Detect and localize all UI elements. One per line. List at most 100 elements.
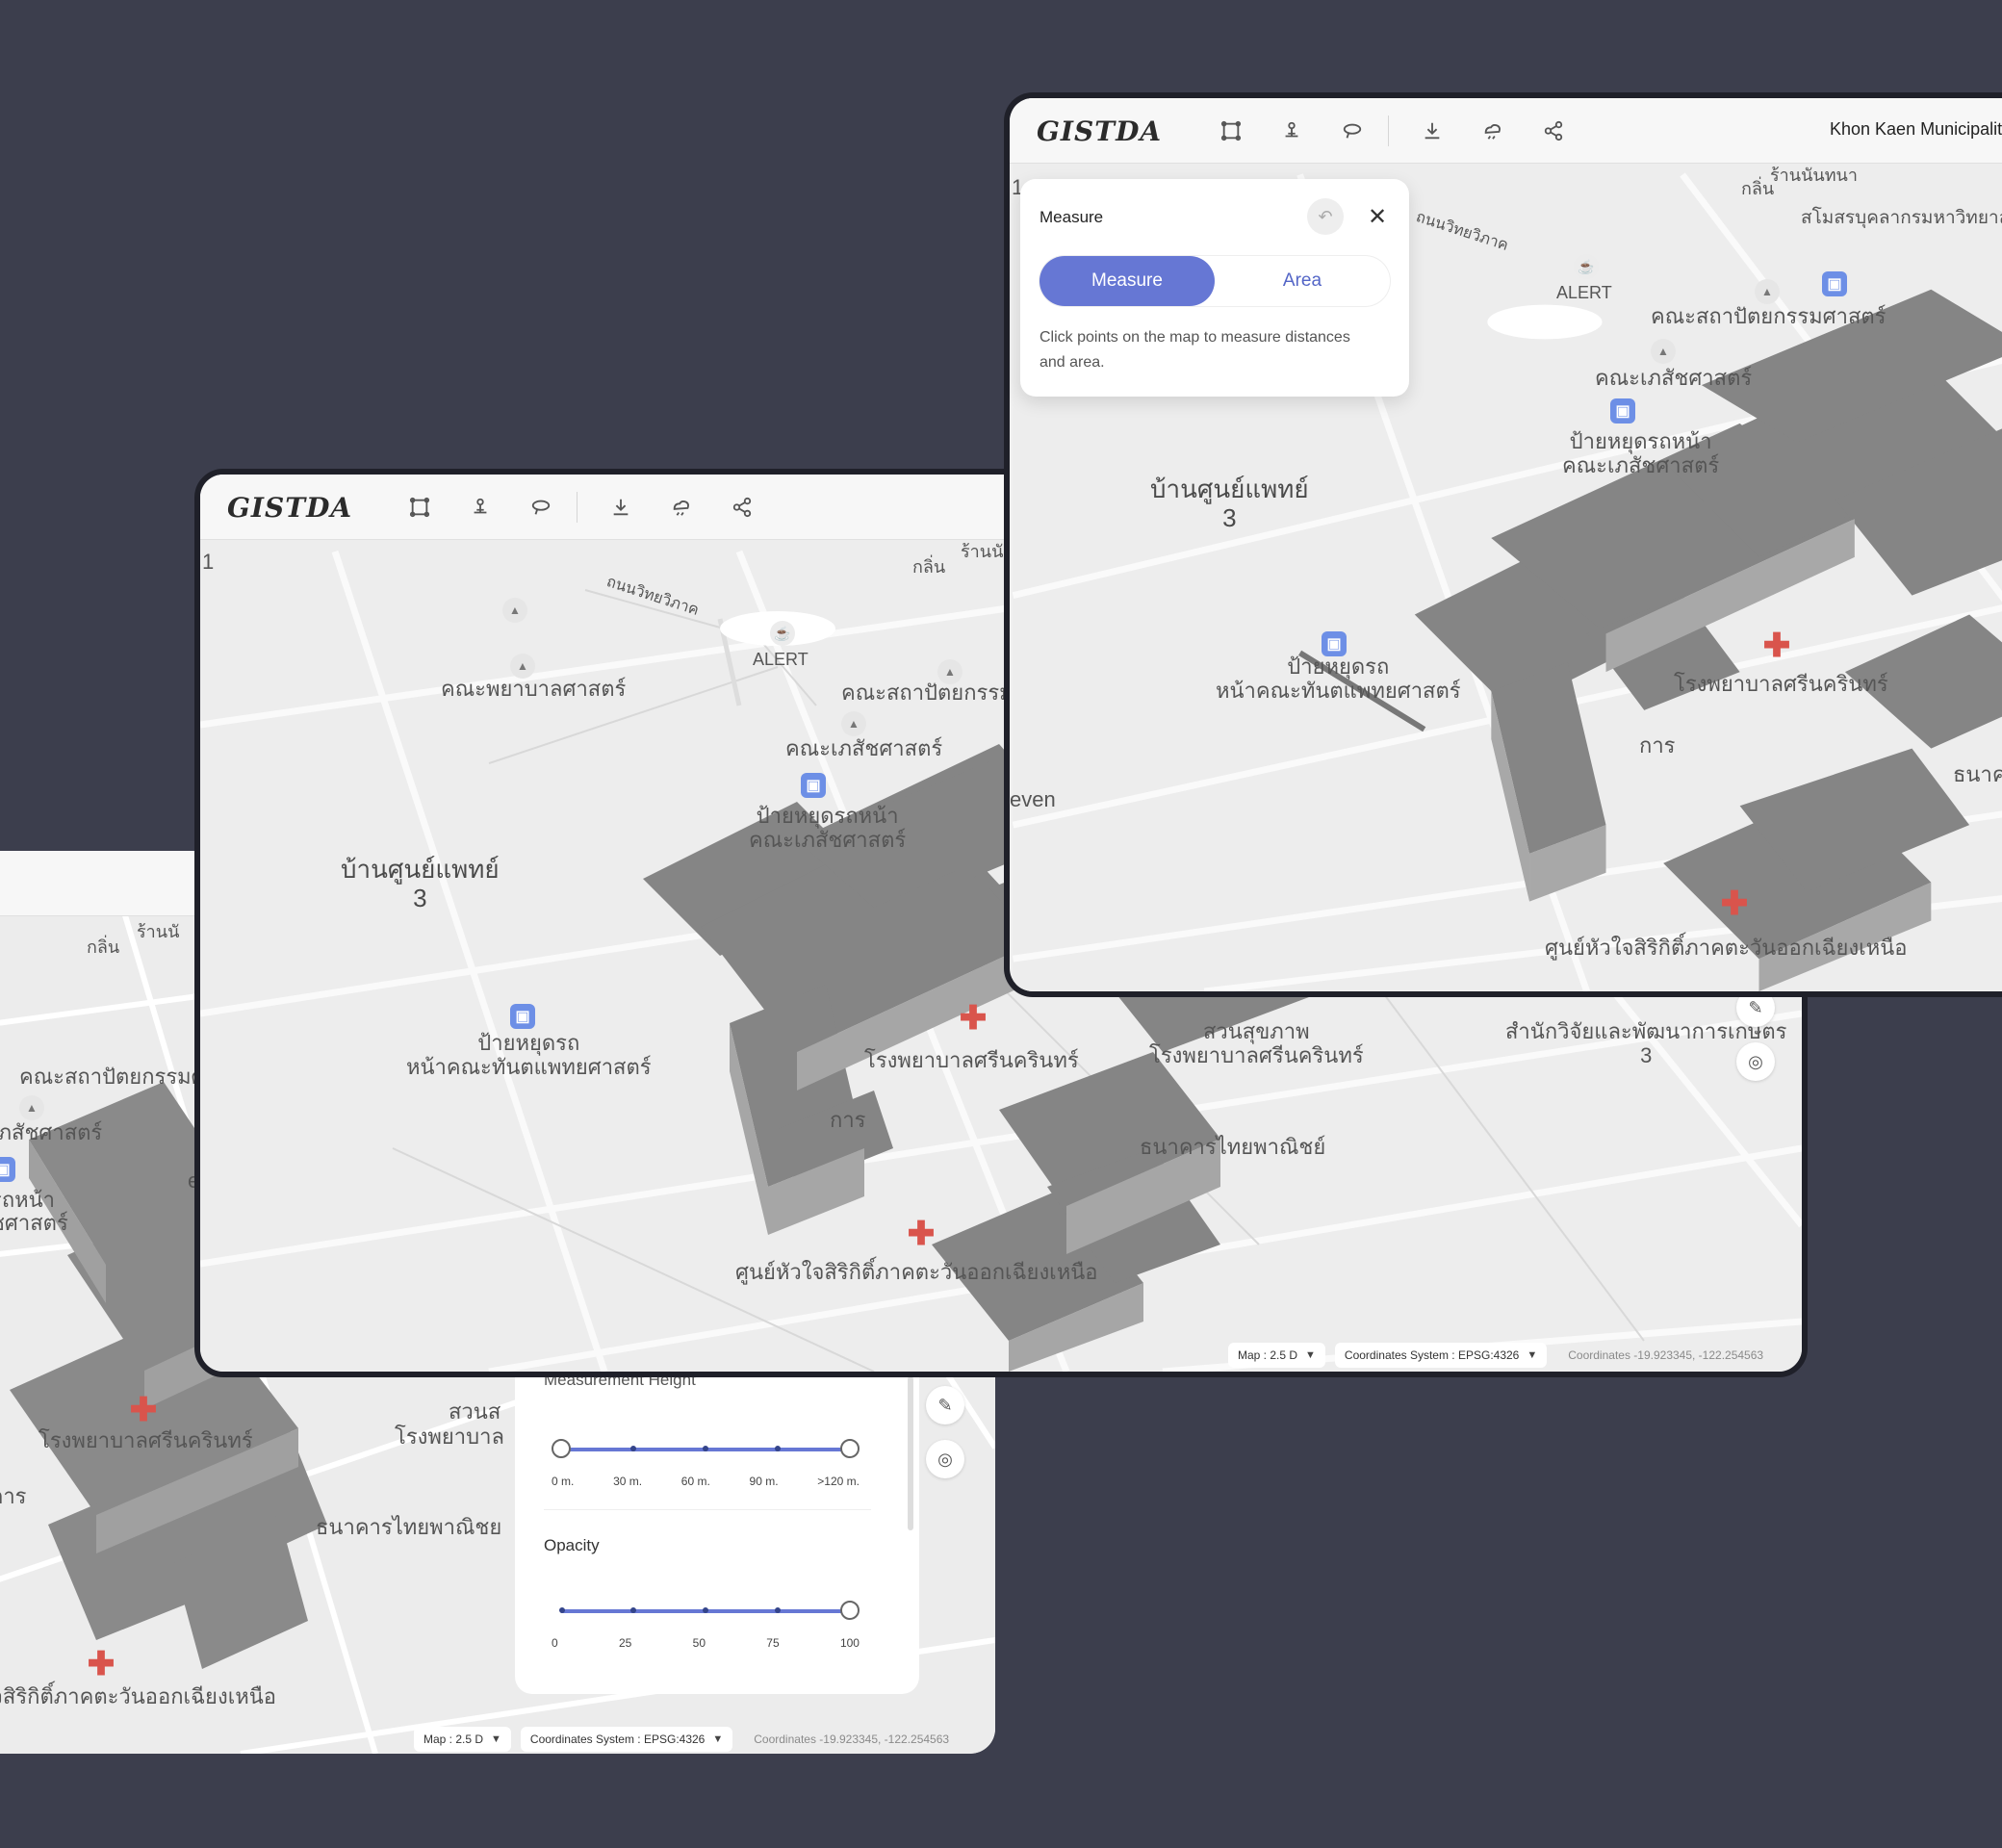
share-icon — [732, 497, 752, 518]
toolbar-front — [1214, 114, 1597, 148]
measure-help-text: Click points on the map to measure dista… — [1040, 329, 1350, 371]
locate-icon[interactable]: ◎ — [926, 1440, 964, 1478]
opacity-tick-label: 75 — [766, 1636, 780, 1650]
bus-stop-label: ป้ายหยุดรถ — [477, 1031, 580, 1055]
bus-stop-label: หน้าคณะทันตแพทยศาสตร์ — [1216, 679, 1461, 704]
height-slider[interactable] — [552, 1439, 860, 1458]
ruler-icon[interactable]: ✎ — [926, 1386, 964, 1424]
share-button[interactable] — [725, 490, 759, 525]
tab-area[interactable]: Area — [1215, 256, 1390, 306]
map-mode-select[interactable]: Map : 2.5 D ▼ — [414, 1727, 511, 1752]
toolbar-middle — [402, 490, 785, 525]
undo-icon[interactable]: ↶ — [1307, 198, 1344, 235]
bus-stop-icon: ▣ — [1822, 271, 1847, 296]
label-khana-sathapat: คณะสถาปัตยกรรมศ — [841, 680, 1027, 705]
chevron-down-icon: ▼ — [712, 1733, 724, 1745]
measure-mode-toggle: Measure Area — [1040, 256, 1390, 306]
label-thai-bank: ธนาคารไทยพาณิชย — [316, 1515, 502, 1539]
label-ran-nun: ร้านนั — [961, 542, 1004, 561]
place-label: 3 — [1640, 1043, 1653, 1068]
label-klin: กลิ่น — [87, 937, 120, 957]
label-bus-stop-phesat: ป้ายหยุดรถหน้า คณะเภสัชศาสตร์ — [1562, 429, 1719, 478]
label-bus-stop-dent: ป้ายหยุดรถ หน้าคณะทันตแพทยศาสตร์ — [1216, 654, 1461, 704]
label-khana-payaban: คณะพยาบาลศาสตร์ — [441, 677, 627, 701]
school-icon: ▲ — [841, 711, 866, 736]
close-icon[interactable]: ✕ — [1361, 200, 1394, 233]
height-slider-max-knob[interactable] — [840, 1439, 860, 1458]
pin-button[interactable] — [1274, 114, 1309, 148]
bus-stop-label: คณะเภสัชศาสตร์ — [749, 828, 907, 853]
toolbar-divider — [577, 492, 578, 523]
label-one: 1 — [202, 550, 215, 574]
opacity-title: Opacity — [544, 1536, 600, 1554]
share-button[interactable] — [1536, 114, 1571, 148]
download-button[interactable] — [1415, 114, 1450, 148]
bus-stop-label: ป้ายหยุดรถหน้า — [1569, 429, 1712, 453]
select-area-icon — [1220, 120, 1242, 141]
height-tick-label: 90 m. — [749, 1475, 779, 1488]
height-slider-tick — [703, 1446, 708, 1451]
hospital-icon: ✚ — [907, 1216, 936, 1252]
status-bar-middle: Map : 2.5 D ▼ Coordinates System : EPSG:4… — [1228, 1343, 1763, 1368]
opacity-tick-label: 0 — [552, 1636, 558, 1650]
weather-icon — [1484, 123, 1501, 140]
cafe-icon: ☕ — [1574, 254, 1599, 279]
school-icon: ▲ — [510, 654, 535, 679]
opacity-tick-label: 50 — [692, 1636, 706, 1650]
label-heart-center: ศูนย์หัวใจสิริกิติ์ภาคตะวันออกเฉียงเหนือ — [735, 1260, 1098, 1284]
share-icon — [1544, 120, 1563, 141]
download-icon — [613, 499, 629, 516]
weather-icon — [673, 500, 689, 516]
pin-button[interactable] — [463, 490, 498, 525]
lasso-button[interactable] — [524, 490, 558, 525]
map-mode-value: Map : 2.5 D — [424, 1732, 484, 1746]
school-icon: ▲ — [1755, 279, 1780, 304]
map-mode-select[interactable]: Map : 2.5 D ▼ — [1228, 1343, 1325, 1368]
locate-icon[interactable]: ◎ — [1736, 1042, 1775, 1081]
panel-scrollbar[interactable] — [908, 1376, 913, 1530]
label-khana-sathapat: คณะสถาปัตยกรรมศาสตร์ — [1651, 304, 1886, 328]
download-icon — [1424, 122, 1440, 140]
label-thai-bank: ธนาคารไทยพาณิชย์ — [1140, 1135, 1326, 1159]
label-kan: การ — [1639, 733, 1676, 757]
download-button[interactable] — [603, 490, 638, 525]
school-icon: ▲ — [937, 659, 962, 684]
tab-measure[interactable]: Measure — [1040, 256, 1215, 306]
coordinate-system-select[interactable]: Coordinates System : EPSG:4326 ▼ — [1334, 1343, 1548, 1368]
label-thanon: ธนาค — [1953, 762, 2002, 786]
place-label: 3 — [1222, 502, 1237, 532]
place-label: โรงพยาบาลศรีนครินทร์ — [1149, 1043, 1364, 1068]
label-ban-sun-phaet: บ้านศูนย์แพทย์ 3 — [341, 855, 500, 913]
pin-icon — [1285, 121, 1298, 138]
label-alert: ALERT — [1556, 283, 1612, 302]
chevron-down-icon: ▼ — [1527, 1349, 1538, 1361]
map-mode-value: Map : 2.5 D — [1238, 1348, 1298, 1362]
weather-button[interactable] — [664, 490, 699, 525]
height-tick-label: 60 m. — [680, 1475, 710, 1488]
select-area-button[interactable] — [402, 490, 437, 525]
opacity-slider-knob[interactable] — [840, 1601, 860, 1620]
coordinates-readout: Coordinates -19.923345, -122.254563 — [754, 1732, 950, 1746]
opacity-slider[interactable] — [559, 1601, 860, 1620]
school-icon: ▲ — [502, 598, 527, 623]
layers-panel: Measurement Height 0 m. 30 m. 60 m. 90 m… — [515, 1367, 919, 1694]
weather-button[interactable] — [1476, 114, 1510, 148]
label-samosorn: สโมสรบุคลากรมหาวิทยาลัย — [1801, 208, 2002, 228]
label-park: สวนสุขภาพ โรงพยาบาลศรีนครินทร์ — [1149, 1019, 1364, 1068]
coordinate-system-select[interactable]: Coordinates System : EPSG:4326 ▼ — [520, 1727, 733, 1752]
label-heart-center: จสิริกิติ์ภาคตะวันออกเฉียงเหนือ — [0, 1684, 276, 1708]
lasso-button[interactable] — [1335, 114, 1370, 148]
bus-stop-icon: ▣ — [801, 773, 826, 798]
height-tick-label: >120 m. — [817, 1475, 860, 1488]
topbar-front: GISTDA Khon Kaen Municipalit — [1010, 98, 2002, 164]
status-bar-back: Map : 2.5 D ▼ Coordinates System : EPSG:4… — [414, 1727, 949, 1752]
label-bus-stop-2: ชศาสตร์ — [0, 1211, 68, 1235]
label-park-2: โรงพยาบาล — [395, 1424, 504, 1449]
select-area-button[interactable] — [1214, 114, 1248, 148]
bus-stop-icon: ▣ — [510, 1004, 535, 1029]
lasso-icon — [531, 500, 551, 515]
label-ban-sun-phaet: บ้านศูนย์แพทย์ 3 — [1150, 475, 1309, 533]
lasso-icon — [1343, 123, 1362, 139]
measure-panel: Measure ↶ ✕ Measure Area Click points on… — [1020, 179, 1409, 397]
height-slider-min-knob[interactable] — [552, 1439, 571, 1458]
